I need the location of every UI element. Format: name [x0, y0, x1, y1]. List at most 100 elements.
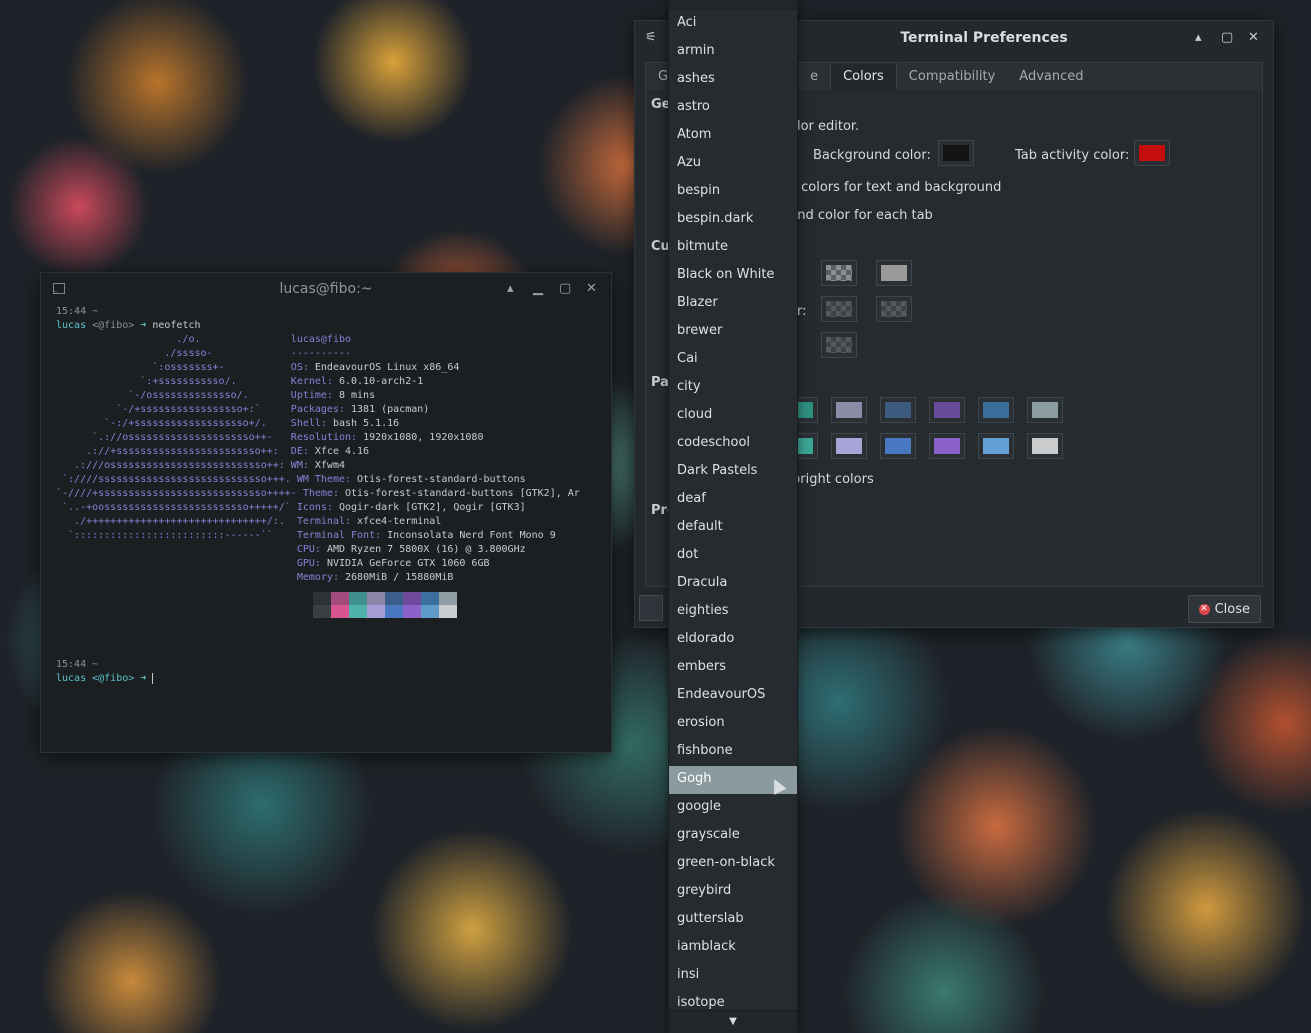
bright-colors-option[interactable]: bright colors: [792, 472, 874, 487]
preset-item[interactable]: brewer: [669, 318, 797, 346]
text-bg-colors-option[interactable]: e colors for text and background: [789, 180, 1001, 195]
preset-item[interactable]: fishbone: [669, 738, 797, 766]
prompt-time: 15:44 ~: [56, 659, 99, 670]
shade-icon[interactable]: ▴: [507, 281, 514, 296]
preset-item[interactable]: bitmute: [669, 234, 797, 262]
color-block: [331, 605, 349, 618]
preset-item[interactable]: Dark Pastels: [669, 458, 797, 486]
palette-color-button[interactable]: [831, 397, 867, 423]
selection-fg-color-button[interactable]: [821, 296, 857, 322]
color-block: [421, 592, 439, 605]
preset-item[interactable]: default: [669, 514, 797, 542]
palette-color-button[interactable]: [880, 397, 916, 423]
tab-colors[interactable]: Colors: [830, 63, 897, 91]
palette-color-button[interactable]: [929, 397, 965, 423]
palette-color-button[interactable]: [1027, 397, 1063, 423]
preset-item[interactable]: ashes: [669, 66, 797, 94]
preset-item[interactable]: embers: [669, 654, 797, 682]
tab-appearance[interactable]: e: [798, 63, 830, 91]
bold-color-button[interactable]: [821, 332, 857, 358]
color-block: [367, 605, 385, 618]
preset-item[interactable]: cloud: [669, 402, 797, 430]
close-icon[interactable]: ✕: [1248, 30, 1259, 45]
scroll-down-arrow-icon[interactable]: ▼: [669, 1010, 797, 1033]
preset-item[interactable]: iamblack: [669, 934, 797, 962]
palette-color-button[interactable]: [880, 433, 916, 459]
preset-item[interactable]: gutterslab: [669, 906, 797, 934]
cursor-fg-color-button[interactable]: [821, 260, 857, 286]
preset-item[interactable]: erosion: [669, 710, 797, 738]
terminal-line: CPU: AMD Ryzen 7 5800X (16) @ 3.800GHz: [296, 544, 526, 555]
preset-item[interactable]: city: [669, 374, 797, 402]
terminal-line: `:::::::::::::::::::::::::------`` Termi…: [56, 530, 556, 541]
preset-item[interactable]: Blazer: [669, 290, 797, 318]
palette-color-button[interactable]: [831, 433, 867, 459]
terminal-line: Memory: 2680MiB / 15880MiB: [296, 572, 454, 583]
terminal-line: `-////+ssssssssssssssssssssssssssso++++-…: [56, 488, 580, 499]
palette-color-button[interactable]: [1027, 433, 1063, 459]
preset-item[interactable]: codeschool: [669, 430, 797, 458]
close-button[interactable]: ✕ Close: [1187, 595, 1261, 623]
background-color-label: Background color:: [813, 148, 931, 163]
help-button[interactable]: [639, 595, 663, 621]
terminal-output[interactable]: 15:44 ~ lucas <@fibo> ➜ neofetch ./o. luc…: [41, 305, 611, 585]
terminal-prompt[interactable]: 15:44 ~ lucas <@fibo> ➜: [41, 658, 611, 686]
preset-item[interactable]: astro: [669, 94, 797, 122]
selection-bg-color-button[interactable]: [876, 296, 912, 322]
color-preset-dropdown[interactable]: Aci armin ashes astro Atom Azu bespin bespin.da…: [668, 0, 798, 1033]
preset-list: Aci armin ashes astro Atom Azu bespin bespin.da…: [669, 10, 797, 1018]
terminal-line: `:+sssssssssso/. Kernel: 6.0.10-arch2-1: [56, 376, 424, 387]
palette-color-button[interactable]: [978, 433, 1014, 459]
palette-color-button[interactable]: [929, 433, 965, 459]
terminal-line: `.://osssssssssssssssssssso++- Resolutio…: [56, 432, 484, 443]
preset-item[interactable]: Black on White: [669, 262, 797, 290]
terminal-line: `..-+oossssssssssssssssssssssso+++++/` I…: [56, 502, 526, 513]
color-block: [439, 592, 457, 605]
shade-icon[interactable]: ▴: [1195, 30, 1202, 45]
preset-item[interactable]: insi: [669, 962, 797, 990]
color-block: [385, 605, 403, 618]
terminal-line: ./sssso- ----------: [56, 348, 352, 359]
preset-item[interactable]: bespin.dark: [669, 206, 797, 234]
preset-item[interactable]: deaf: [669, 486, 797, 514]
preset-item[interactable]: grayscale: [669, 822, 797, 850]
preset-item[interactable]: dot: [669, 542, 797, 570]
color-block: [313, 605, 331, 618]
terminal-line: `-:/+sssssssssssssssssso+/. Shell: bash …: [56, 418, 400, 429]
preset-item[interactable]: google: [669, 794, 797, 822]
preset-item[interactable]: greybird: [669, 878, 797, 906]
terminal-window[interactable]: _ lucas@fibo:~ ▴ ▁ ▢ ✕ 15:44 ~ lucas <@fi…: [40, 272, 612, 753]
preset-item[interactable]: bespin: [669, 178, 797, 206]
minimize-icon[interactable]: ▁: [533, 281, 543, 296]
preset-item[interactable]: Aci: [669, 10, 797, 38]
color-block: [385, 592, 403, 605]
preset-item[interactable]: EndeavourOS: [669, 682, 797, 710]
preset-item[interactable]: Atom: [669, 122, 797, 150]
tab-activity-color-button[interactable]: [1134, 140, 1170, 166]
terminal-app-icon[interactable]: _: [53, 283, 65, 294]
preset-item[interactable]: green-on-black: [669, 850, 797, 878]
preset-item[interactable]: eldorado: [669, 626, 797, 654]
preset-item[interactable]: Cai: [669, 346, 797, 374]
color-block: [439, 605, 457, 618]
preset-item[interactable]: armin: [669, 38, 797, 66]
tab-advanced[interactable]: Advanced: [1007, 63, 1095, 91]
palette-color-button[interactable]: [978, 397, 1014, 423]
terminal-line: ./o. lucas@fibo: [56, 334, 352, 345]
background-color-button[interactable]: [938, 140, 974, 166]
terminal-titlebar[interactable]: _ lucas@fibo:~ ▴ ▁ ▢ ✕: [41, 273, 611, 305]
preset-item[interactable]: Dracula: [669, 570, 797, 598]
tab-compatibility[interactable]: Compatibility: [897, 63, 1008, 91]
maximize-icon[interactable]: ▢: [559, 281, 571, 296]
color-block: [421, 605, 439, 618]
cursor-bg-color-button[interactable]: [876, 260, 912, 286]
maximize-icon[interactable]: ▢: [1221, 30, 1233, 45]
tab-activity-color-label: Tab activity color:: [1015, 148, 1130, 163]
preset-item[interactable]: Azu: [669, 150, 797, 178]
color-block: [367, 592, 385, 605]
preferences-icon: ⚟: [645, 30, 657, 45]
bg-each-tab-option[interactable]: und color for each tab: [789, 208, 933, 223]
close-icon[interactable]: ✕: [586, 281, 597, 296]
preset-item[interactable]: eighties: [669, 598, 797, 626]
close-circle-icon: ✕: [1198, 603, 1210, 615]
